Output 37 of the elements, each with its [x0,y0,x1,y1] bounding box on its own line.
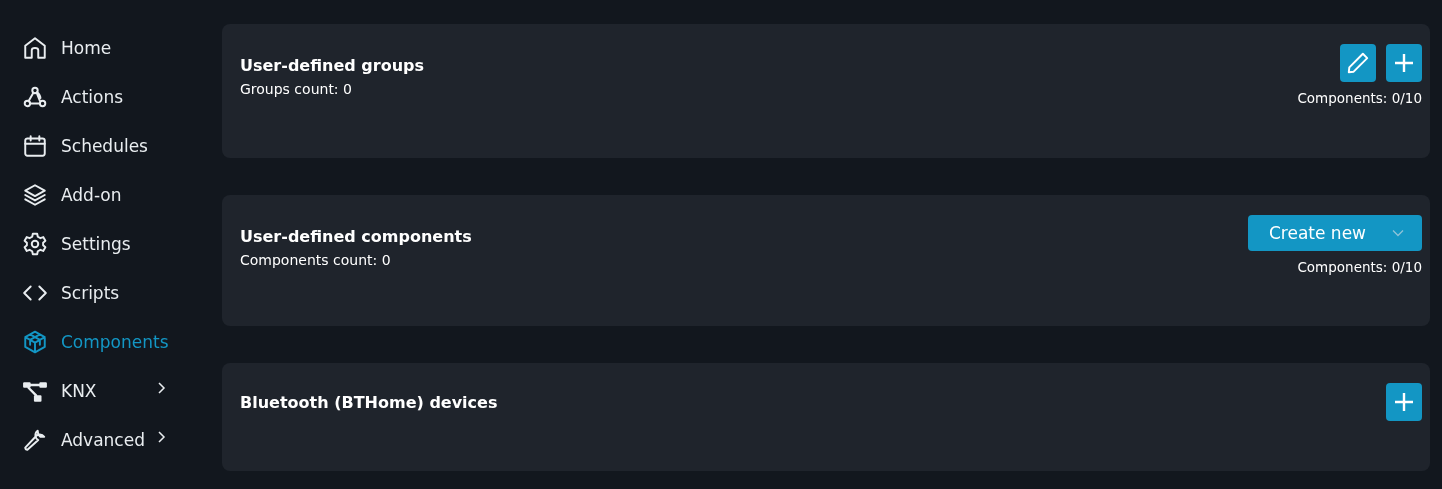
card-title: User-defined components [240,227,472,246]
add-button[interactable] [1386,44,1422,82]
count-text: Components count: 0 [240,252,392,268]
components-limit-text: Components: 0/10 [1297,90,1422,106]
sidebar-label: Advanced [61,429,145,450]
sidebar-label: Components [61,331,169,352]
sidebar-label: KNX [61,380,97,401]
sidebar-item[interactable]: Schedules [0,121,222,170]
sidebar-label: Schedules [61,135,148,156]
sidebar-item[interactable]: Actions [0,72,222,121]
sidebar-label: Actions [61,86,124,107]
sidebar-item[interactable]: Add-on [0,170,222,219]
sidebar-item[interactable]: Scripts [0,268,222,317]
cube-icon [22,328,48,355]
sidebar-item[interactable]: KNX [0,366,222,415]
card-title: User-defined groups [240,56,425,75]
sidebar-item[interactable]: Components [0,317,222,366]
home-icon [22,34,48,61]
pencil-icon [1345,50,1371,76]
sidebar-label: Home [61,37,112,58]
sidebar-item[interactable]: Advanced [0,415,222,464]
components-limit-text: Components: 0/10 [1297,259,1422,275]
settings-icon [22,230,48,257]
layers-icon [22,181,48,208]
card-title: Bluetooth (BTHome) devices [240,393,498,412]
add-button[interactable] [1386,383,1422,421]
sidebar-item[interactable]: Home [0,23,222,72]
plus-icon [1392,390,1416,414]
sidebar-item[interactable]: Settings [0,219,222,268]
count-text: Groups count: 0 [240,81,353,97]
sidebar-label: Scripts [61,282,120,303]
sidebar-label: Settings [61,233,131,254]
caret-icon [1392,229,1404,237]
calendar-icon [22,132,48,159]
edit-button[interactable] [1340,44,1376,82]
sidebar-label: Add-on [61,184,122,205]
plus-icon [1392,51,1416,75]
